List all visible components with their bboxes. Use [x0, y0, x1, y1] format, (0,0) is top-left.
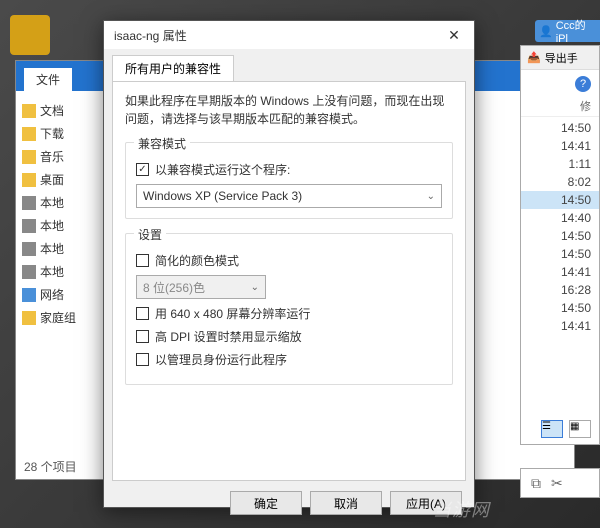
checkbox-run-as-admin-label: 以管理员身份运行此程序 [155, 351, 287, 368]
nav-music[interactable]: 音乐 [20, 145, 102, 168]
export-button[interactable]: 📤 导出手 [521, 46, 599, 70]
folder-icon [22, 127, 36, 141]
nav-drive-3[interactable]: 本地 [20, 237, 102, 260]
copy-icon[interactable]: ⧉ [531, 475, 541, 492]
column-header[interactable]: 修 [521, 96, 599, 117]
desktop-app-icon[interactable] [10, 15, 50, 55]
tab-content: 如果此程序在早期版本的 Windows 上没有问题，而现在出现问题，请选择与该早… [112, 81, 466, 481]
help-row: ? [521, 70, 599, 96]
group-title: 兼容模式 [134, 135, 190, 152]
view-icons-button[interactable]: ▦ [569, 420, 591, 438]
nav-drive-4[interactable]: 本地 [20, 260, 102, 283]
right-panel: 📤 导出手 ? 修 14:5014:411:118:0214:5014:4014… [520, 45, 600, 445]
checkbox-run-compat-label: 以兼容模式运行这个程序: [155, 161, 290, 178]
time-item[interactable]: 1:11 [521, 155, 599, 173]
checkbox-disable-dpi-label: 高 DPI 设置时禁用显示缩放 [155, 328, 302, 345]
chevron-down-icon: ⌄ [427, 191, 435, 202]
nav-documents[interactable]: 文档 [20, 99, 102, 122]
checkbox-run-as-admin[interactable] [136, 353, 149, 366]
view-details-button[interactable]: ☰ [541, 420, 563, 438]
user-badge[interactable]: 👤 Ccc的iPl [535, 20, 600, 42]
drive-icon [22, 265, 36, 279]
checkbox-color-mode[interactable] [136, 254, 149, 267]
intro-text: 如果此程序在早期版本的 Windows 上没有问题，而现在出现问题，请选择与该早… [125, 92, 453, 128]
bottom-toolbar: ⧉ ✂ [520, 468, 600, 498]
folder-icon [22, 104, 36, 118]
group-settings: 设置 简化的颜色模式 8 位(256)色 ⌄ 用 640 x 480 屏幕分辨率… [125, 233, 453, 385]
close-button[interactable]: ✕ [434, 21, 474, 49]
time-item[interactable]: 14:50 [521, 119, 599, 137]
time-item[interactable]: 16:28 [521, 281, 599, 299]
nav-desktop[interactable]: 桌面 [20, 168, 102, 191]
homegroup-icon [22, 311, 36, 325]
network-icon [22, 288, 36, 302]
tab-row: 所有用户的兼容性 [104, 49, 474, 81]
checkbox-640x480[interactable] [136, 307, 149, 320]
time-item[interactable]: 8:02 [521, 173, 599, 191]
nav-homegroup[interactable]: 家庭组 [20, 306, 102, 329]
time-list: 14:5014:411:118:0214:5014:4014:5014:5014… [521, 117, 599, 337]
close-icon: ✕ [448, 27, 460, 44]
time-item[interactable]: 14:41 [521, 317, 599, 335]
help-icon[interactable]: ? [575, 76, 591, 92]
time-item[interactable]: 14:41 [521, 263, 599, 281]
checkbox-640x480-label: 用 640 x 480 屏幕分辨率运行 [155, 305, 310, 322]
time-item[interactable]: 14:41 [521, 137, 599, 155]
titlebar[interactable]: isaac-ng 属性 ✕ [104, 21, 474, 49]
dialog-button-row: 确定 取消 应用(A) [104, 481, 474, 525]
time-item[interactable]: 14:50 [521, 191, 599, 209]
desktop-icon [22, 173, 36, 187]
tab-compatibility[interactable]: 所有用户的兼容性 [112, 55, 234, 81]
nav-drive-1[interactable]: 本地 [20, 191, 102, 214]
chevron-down-icon: ⌄ [251, 282, 259, 293]
nav-network[interactable]: 网络 [20, 283, 102, 306]
time-item[interactable]: 14:50 [521, 245, 599, 263]
cancel-button[interactable]: 取消 [310, 491, 382, 515]
drive-icon [22, 242, 36, 256]
drive-icon [22, 219, 36, 233]
properties-dialog: isaac-ng 属性 ✕ 所有用户的兼容性 如果此程序在早期版本的 Windo… [103, 20, 475, 508]
group-title: 设置 [134, 226, 166, 243]
nav-drive-2[interactable]: 本地 [20, 214, 102, 237]
ok-button[interactable]: 确定 [230, 491, 302, 515]
select-color-depth: 8 位(256)色 ⌄ [136, 275, 266, 299]
dialog-title: isaac-ng 属性 [114, 27, 187, 44]
group-compat-mode: 兼容模式 以兼容模式运行这个程序: Windows XP (Service Pa… [125, 142, 453, 219]
watermark: 当游网 [433, 496, 490, 522]
checkbox-disable-dpi-scaling[interactable] [136, 330, 149, 343]
checkbox-run-compat[interactable] [136, 163, 149, 176]
file-tab[interactable]: 文件 [24, 68, 72, 91]
music-icon [22, 150, 36, 164]
time-item[interactable]: 14:50 [521, 227, 599, 245]
time-item[interactable]: 14:40 [521, 209, 599, 227]
export-icon: 📤 [527, 51, 541, 64]
status-bar: 28 个项目 [24, 458, 77, 475]
explorer-sidebar: 文档 下载 音乐 桌面 本地 本地 本地 本地 网络 家庭组 [16, 91, 106, 337]
cut-icon[interactable]: ✂ [551, 475, 563, 492]
checkbox-color-mode-label: 简化的颜色模式 [155, 252, 239, 269]
select-compat-os[interactable]: Windows XP (Service Pack 3) ⌄ [136, 184, 442, 208]
nav-downloads[interactable]: 下载 [20, 122, 102, 145]
user-icon: 👤 [539, 25, 553, 38]
time-item[interactable]: 14:50 [521, 299, 599, 317]
drive-icon [22, 196, 36, 210]
